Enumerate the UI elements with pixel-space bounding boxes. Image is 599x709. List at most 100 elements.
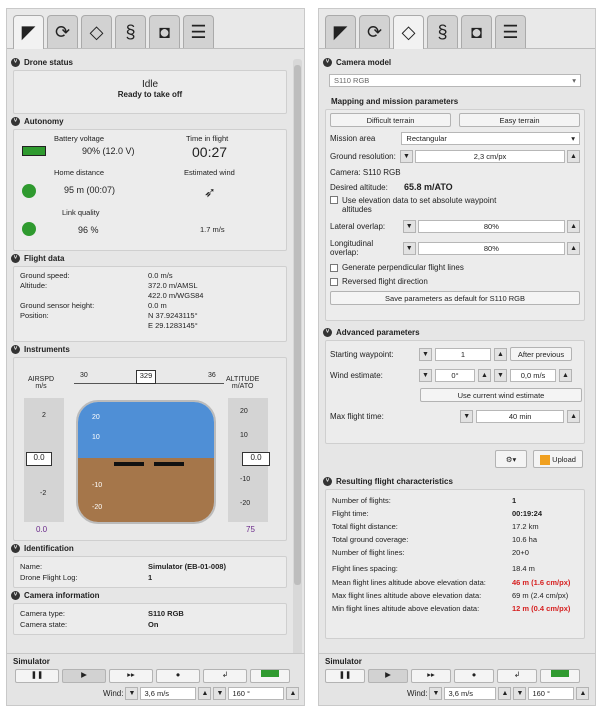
decrease-button[interactable]: ▼ xyxy=(419,347,432,361)
flight-data-header[interactable]: ˅ Flight data xyxy=(7,251,293,266)
wind-dir-up[interactable]: ▲ xyxy=(576,687,590,700)
wind-speed-field[interactable]: 3,6 m/s xyxy=(444,687,497,700)
row-key: Flight time: xyxy=(332,509,369,518)
decrease-button[interactable]: ▼ xyxy=(400,150,413,163)
tab-flight-monitor[interactable]: ◤ xyxy=(325,15,356,48)
camera-info-header[interactable]: ˅ Camera information xyxy=(7,588,293,603)
pause-button[interactable]: ❚❚ xyxy=(15,669,59,683)
increase-button[interactable]: ▲ xyxy=(567,220,580,233)
save-defaults-button[interactable]: Save parameters as default for S110 RGB xyxy=(330,291,580,305)
wind-speed-down[interactable]: ▼ xyxy=(429,687,443,700)
decrease-button[interactable]: ▼ xyxy=(460,410,474,423)
max-flight-time-field[interactable]: 40 min xyxy=(476,410,565,423)
tab-settings[interactable]: ☰ xyxy=(495,15,526,48)
decrease-button[interactable]: ▼ xyxy=(494,369,507,382)
tab-camera[interactable]: ◘ xyxy=(149,15,180,48)
advanced-header[interactable]: ˅ Advanced parameters xyxy=(319,325,591,340)
landing-button[interactable]: ↲ xyxy=(497,669,537,683)
section-title: Identification xyxy=(24,544,74,553)
battery-button[interactable] xyxy=(540,669,580,683)
checkbox[interactable] xyxy=(330,196,338,204)
battery-button[interactable] xyxy=(250,669,290,683)
wind-speed-field[interactable]: 3,6 m/s xyxy=(140,687,197,700)
tab-area[interactable]: ◇ xyxy=(393,15,424,49)
wind-dir-down[interactable]: ▼ xyxy=(513,687,527,700)
decrease-button[interactable]: ▼ xyxy=(402,220,416,233)
drone-status-header[interactable]: ˅ Drone status xyxy=(7,55,293,70)
wind-dir-down[interactable]: ▼ xyxy=(213,687,227,700)
pitch-label: -10 xyxy=(92,482,103,489)
increase-button[interactable]: ▲ xyxy=(567,241,580,255)
increase-button[interactable]: ▲ xyxy=(567,410,580,423)
tab-camera[interactable]: ◘ xyxy=(461,15,492,48)
pause-button[interactable]: ❚❚ xyxy=(325,669,365,683)
section-title: Autonomy xyxy=(24,117,64,126)
tab-area[interactable]: ◇ xyxy=(81,15,112,48)
scrollbar[interactable] xyxy=(293,59,302,659)
field-label: Wind estimate: xyxy=(330,371,383,380)
upload-button[interactable]: Upload xyxy=(533,450,583,468)
location-button[interactable]: ● xyxy=(156,669,200,683)
wind-speed-up[interactable]: ▲ xyxy=(498,687,512,700)
increase-button[interactable]: ▲ xyxy=(559,369,572,382)
starting-waypoint-field[interactable]: 1 xyxy=(435,347,491,361)
elevation-checkbox-row[interactable]: Use elevation data to set absolute waypo… xyxy=(330,196,580,214)
settings-menu-button[interactable]: ⚙▾ xyxy=(495,450,527,468)
play-button[interactable]: ▶ xyxy=(62,669,106,683)
increase-button[interactable]: ▲ xyxy=(494,347,507,361)
row-value: 46 m (1.6 cm/px) xyxy=(512,578,571,587)
location-button[interactable]: ● xyxy=(454,669,494,683)
results-header[interactable]: ˅ Resulting flight characteristics xyxy=(319,474,591,489)
tab-spiral[interactable]: § xyxy=(427,15,458,48)
tab-settings[interactable]: ☰ xyxy=(183,15,214,48)
identification-header[interactable]: ˅ Identification xyxy=(7,541,293,556)
wind-dir-field[interactable]: 160 ° xyxy=(528,687,575,700)
after-previous-button[interactable]: After previous xyxy=(510,347,572,361)
ground xyxy=(78,458,214,522)
fast-forward-button[interactable]: ▸▸ xyxy=(109,669,153,683)
wind-speed-down[interactable]: ▼ xyxy=(125,687,139,700)
autonomy-header[interactable]: ˅ Autonomy xyxy=(7,114,293,129)
result-row: Max flight lines altitude above elevatio… xyxy=(332,591,578,600)
pitch-label: 10 xyxy=(92,434,100,441)
camera-model-select[interactable]: S110 RGB ▾ xyxy=(329,74,581,87)
landing-button[interactable]: ↲ xyxy=(203,669,247,683)
wind-dir-up[interactable]: ▲ xyxy=(286,687,300,700)
easy-terrain-button[interactable]: Easy terrain xyxy=(459,113,580,127)
increase-button[interactable]: ▲ xyxy=(567,150,580,163)
wind-speed-up[interactable]: ▲ xyxy=(198,687,212,700)
tab-refresh[interactable]: ⟳ xyxy=(47,15,78,48)
dropdown-icon: ▾ xyxy=(571,134,575,143)
decrease-button[interactable]: ▼ xyxy=(419,369,432,382)
wind-speed-field[interactable]: 0,0 m/s xyxy=(510,369,556,382)
camera-model-header[interactable]: ˅ Camera model xyxy=(319,55,591,70)
mission-area-select[interactable]: Rectangular ▾ xyxy=(401,132,580,145)
checkbox[interactable] xyxy=(330,277,338,286)
checkbox[interactable] xyxy=(330,263,338,272)
mapping-box: Difficult terrain Easy terrain Mission a… xyxy=(325,109,585,321)
tab-flight-monitor[interactable]: ◤ xyxy=(13,15,44,49)
longitudinal-overlap-field[interactable]: 80% xyxy=(417,241,566,255)
result-row: Total flight distance: 17.2 km xyxy=(332,520,578,533)
ground-resolution-field[interactable]: 2,3 cm/px xyxy=(415,150,565,163)
wind-dir-field[interactable]: 160 ° xyxy=(228,687,285,700)
simulator-title: Simulator xyxy=(325,657,362,666)
increase-button[interactable]: ▲ xyxy=(478,369,491,382)
reversed-checkbox-row[interactable]: Reversed flight direction xyxy=(330,277,580,286)
tab-spiral[interactable]: § xyxy=(115,15,146,48)
wind-dir-field[interactable]: 0° xyxy=(435,369,475,382)
scrollbar-thumb[interactable] xyxy=(294,65,301,585)
instruments-box: 30 36 329 AIRSPD m/s 2 -2 0.0 0.0 20 10 -… xyxy=(13,357,287,541)
difficult-terrain-button[interactable]: Difficult terrain xyxy=(330,113,451,127)
lateral-overlap-field[interactable]: 80% xyxy=(417,220,566,233)
decrease-button[interactable]: ▼ xyxy=(402,241,416,255)
gear-icon: ⚙▾ xyxy=(505,455,517,464)
instruments-header[interactable]: ˅ Instruments xyxy=(7,342,293,357)
use-wind-button[interactable]: Use current wind estimate xyxy=(420,388,582,402)
plane-icon: ◤ xyxy=(21,22,36,42)
play-button[interactable]: ▶ xyxy=(368,669,408,683)
perpendicular-checkbox-row[interactable]: Generate perpendicular flight lines xyxy=(330,263,580,272)
result-row: Number of flight lines: 20+0 xyxy=(332,546,578,559)
tab-refresh[interactable]: ⟳ xyxy=(359,15,390,48)
fast-forward-button[interactable]: ▸▸ xyxy=(411,669,451,683)
